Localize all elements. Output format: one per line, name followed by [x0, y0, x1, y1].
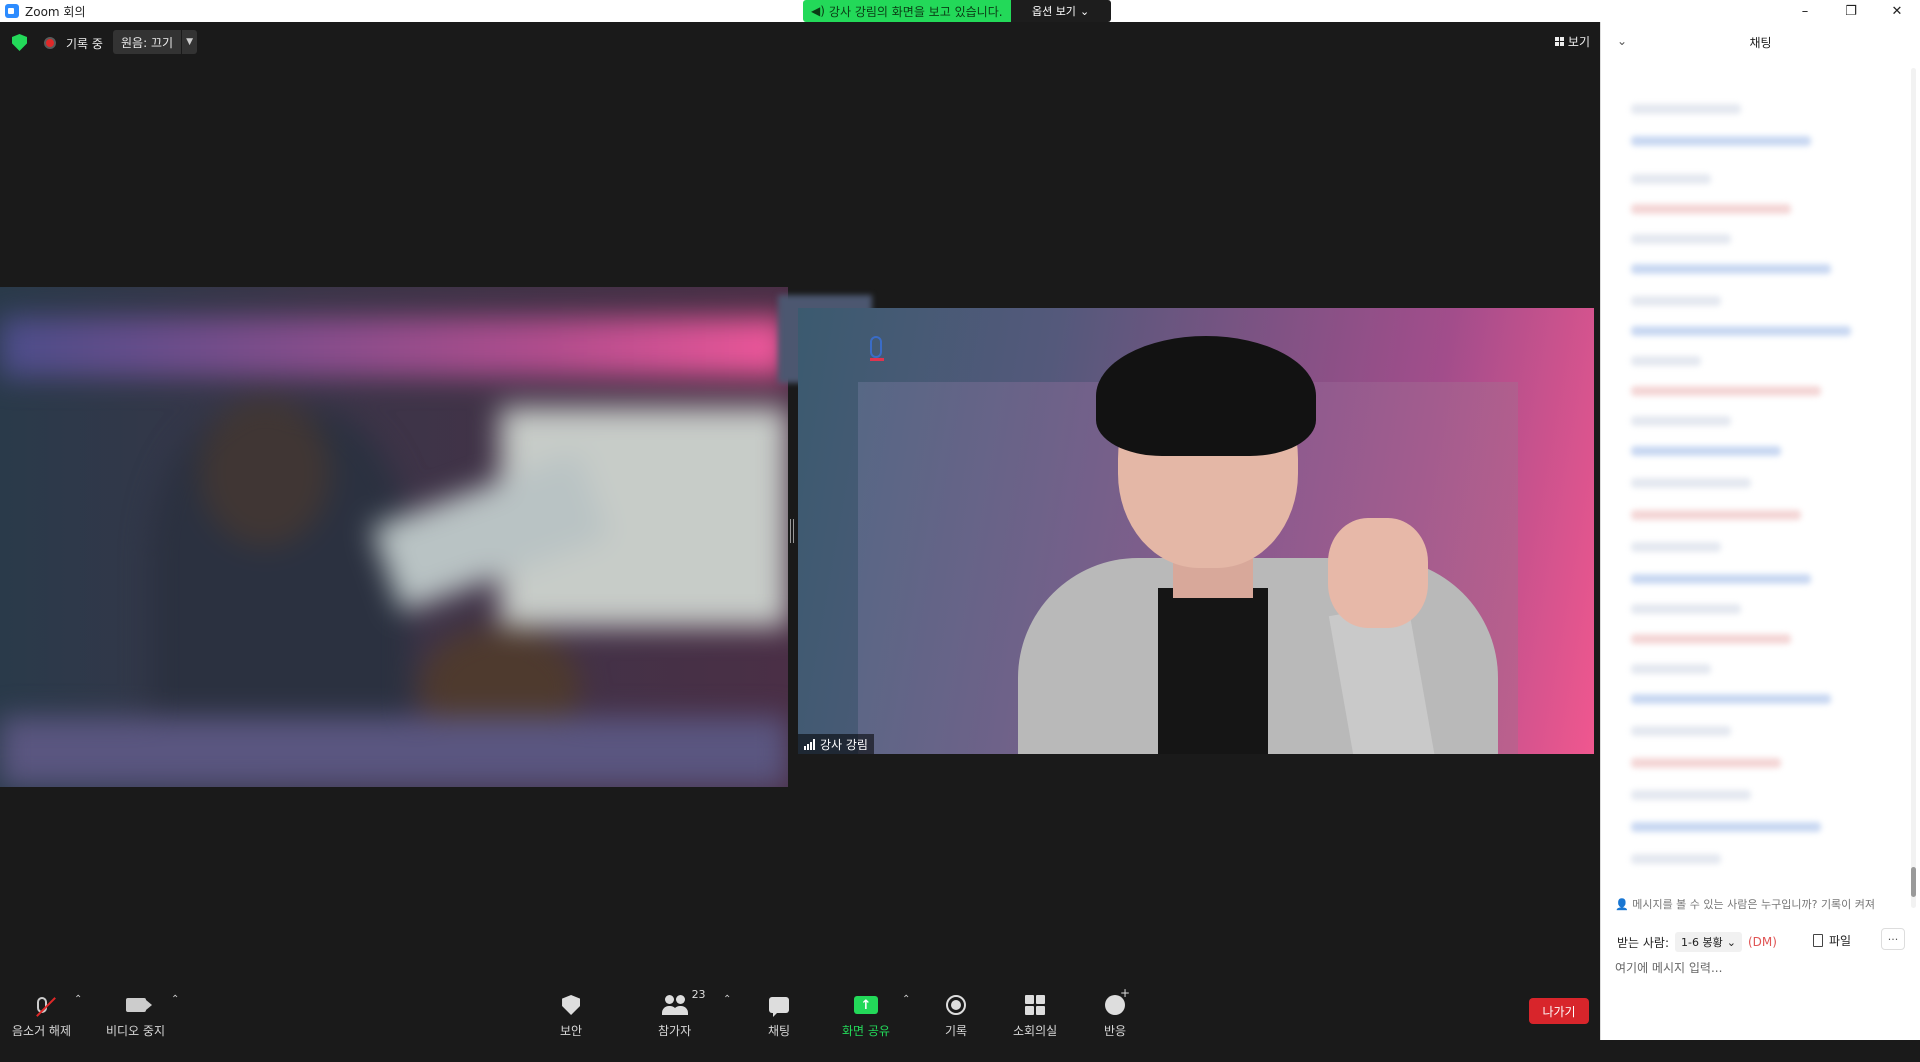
chat-header: ⌄ 채팅: [1601, 22, 1920, 62]
viewing-share-banner: ◀) 강사 강림의 화면을 보고 있습니다. 옵션 보기 ⌄: [803, 0, 1111, 22]
recording-label: 기록 중: [66, 37, 103, 51]
participants-options-caret-icon[interactable]: ⌃: [723, 994, 731, 1005]
original-audio-label[interactable]: 원음: 끄기: [113, 34, 181, 51]
split-divider-handle[interactable]: [790, 519, 794, 543]
chat-label: 채팅: [768, 1024, 791, 1038]
original-audio-control[interactable]: 원음: 끄기 ▼: [113, 30, 198, 54]
meeting-area: 기록 중 원음: 끄기 ▼ 보기 강사 강림 음소거 해제 ⌃ 비디오 중지 ⌃…: [0, 22, 1600, 1062]
minimize-button[interactable]: –: [1782, 0, 1828, 22]
participants-label: 참가자: [658, 1024, 692, 1038]
chat-privacy-text: 메시지를 볼 수 있는 사람은 누구입니까? 기록이 켜져: [1632, 898, 1876, 911]
chat-icon: [769, 997, 790, 1017]
recipient-value: 1-6 봉황: [1681, 936, 1723, 949]
participants-icon: [661, 995, 688, 1015]
speaker-shirt: [1158, 588, 1268, 754]
participant-video-blurred[interactable]: [0, 287, 788, 787]
shield-icon: [562, 995, 581, 1015]
breakout-rooms-icon: [1025, 995, 1046, 1015]
backdrop-logo-icon: [870, 336, 882, 358]
file-label: 파일: [1829, 934, 1852, 948]
chat-scrollbar-thumb[interactable]: [1911, 867, 1916, 897]
more-options-button[interactable]: ···: [1881, 928, 1905, 950]
grid-view-icon: [1554, 36, 1564, 46]
share-screen-label: 화면 공유: [842, 1024, 890, 1038]
breakout-rooms-button[interactable]: 소회의실: [1013, 992, 1057, 1039]
microphone-muted-icon: [35, 997, 56, 1017]
view-options-label: 옵션 보기: [1031, 5, 1076, 18]
camera-icon: [125, 998, 152, 1012]
chat-message-input[interactable]: [1615, 956, 1905, 980]
speaker-icon: ◀): [811, 4, 825, 18]
view-label: 보기: [1567, 34, 1590, 49]
window-title: Zoom 회의: [25, 4, 86, 19]
encryption-shield-icon[interactable]: [12, 34, 27, 51]
meeting-toolbar: 음소거 해제 ⌃ 비디오 중지 ⌃ 보안 23 참가자 ⌃ 채팅 ↑ 화면 공유: [0, 980, 1600, 1062]
share-banner-text: 강사 강림의 화면을 보고 있습니다.: [828, 4, 1003, 19]
signal-strength-icon: [804, 738, 815, 750]
backdrop-logo-bar: [870, 358, 884, 361]
chat-messages-blurred[interactable]: [1611, 64, 1901, 924]
to-label: 받는 사람:: [1617, 935, 1670, 950]
speaker-name-tag: 강사 강림: [798, 734, 874, 754]
video-options-caret-icon[interactable]: ⌃: [171, 994, 179, 1005]
speaker-fist: [1328, 518, 1428, 628]
unmute-button[interactable]: 음소거 해제: [12, 992, 71, 1039]
reactions-button[interactable]: 반응: [1104, 986, 1130, 1039]
leave-meeting-button[interactable]: 나가기: [1529, 998, 1589, 1024]
restore-button[interactable]: ❐: [1828, 0, 1874, 22]
chat-scrollbar[interactable]: [1911, 68, 1916, 908]
file-button[interactable]: 파일: [1813, 932, 1851, 949]
meeting-topbar: 기록 중 원음: 끄기 ▼ 보기: [0, 22, 1600, 62]
chevron-down-icon: ⌄: [1726, 935, 1736, 949]
close-button[interactable]: ✕: [1874, 0, 1920, 22]
speaker-hair: [1096, 336, 1316, 456]
record-button[interactable]: 기록: [945, 992, 967, 1039]
participants-count: 23: [691, 988, 706, 1001]
speaker-name: 강사 강림: [820, 737, 868, 752]
chevron-down-icon[interactable]: ⌄: [1617, 34, 1627, 48]
unmute-label: 음소거 해제: [12, 1024, 72, 1038]
share-options-caret-icon[interactable]: ⌃: [902, 994, 910, 1005]
chat-button[interactable]: 채팅: [768, 992, 790, 1039]
share-screen-icon: ↑: [853, 996, 878, 1014]
recording-icon: [44, 37, 56, 49]
blurred-video-content: [0, 287, 788, 787]
record-icon: [946, 995, 967, 1015]
smiley-icon: [1105, 986, 1130, 1015]
security-button[interactable]: 보안: [560, 992, 582, 1039]
share-screen-button[interactable]: ↑ 화면 공유: [842, 992, 890, 1039]
breakout-rooms-label: 소회의실: [1013, 1024, 1058, 1038]
chat-panel: ⌄ 채팅 👤 메시지를 볼 수 있는 사람은 누구입니까? 기록이 켜져 받는 …: [1600, 22, 1920, 1040]
share-banner-message: ◀) 강사 강림의 화면을 보고 있습니다.: [803, 0, 1011, 22]
chevron-down-icon[interactable]: ▼: [181, 30, 197, 54]
window-controls: – ❐ ✕: [1782, 0, 1920, 22]
audio-options-caret-icon[interactable]: ⌃: [74, 994, 82, 1005]
view-options-button[interactable]: 옵션 보기 ⌄: [1010, 0, 1111, 22]
file-icon: [1813, 934, 1823, 947]
chat-privacy-note[interactable]: 👤 메시지를 볼 수 있는 사람은 누구입니까? 기록이 켜져: [1615, 896, 1915, 912]
reactions-label: 반응: [1104, 1024, 1127, 1038]
people-info-icon: 👤: [1615, 898, 1633, 911]
zoom-logo-icon: [5, 4, 19, 18]
stop-video-label: 비디오 중지: [106, 1024, 166, 1038]
record-label: 기록: [945, 1024, 968, 1038]
chevron-down-icon: ⌄: [1079, 4, 1090, 18]
recipient-select[interactable]: 1-6 봉황 ⌄: [1675, 932, 1742, 952]
dm-label: (DM): [1747, 935, 1777, 949]
stop-video-button[interactable]: 비디오 중지: [106, 992, 165, 1039]
security-label: 보안: [560, 1024, 583, 1038]
speaker-video[interactable]: 강사 강림: [798, 308, 1594, 754]
chat-title: 채팅: [1749, 35, 1772, 50]
chat-recipient-row: 받는 사람: 1-6 봉황 ⌄ (DM): [1617, 932, 1777, 952]
participants-button[interactable]: 23 참가자: [658, 988, 706, 1039]
view-button[interactable]: 보기: [1554, 30, 1590, 52]
